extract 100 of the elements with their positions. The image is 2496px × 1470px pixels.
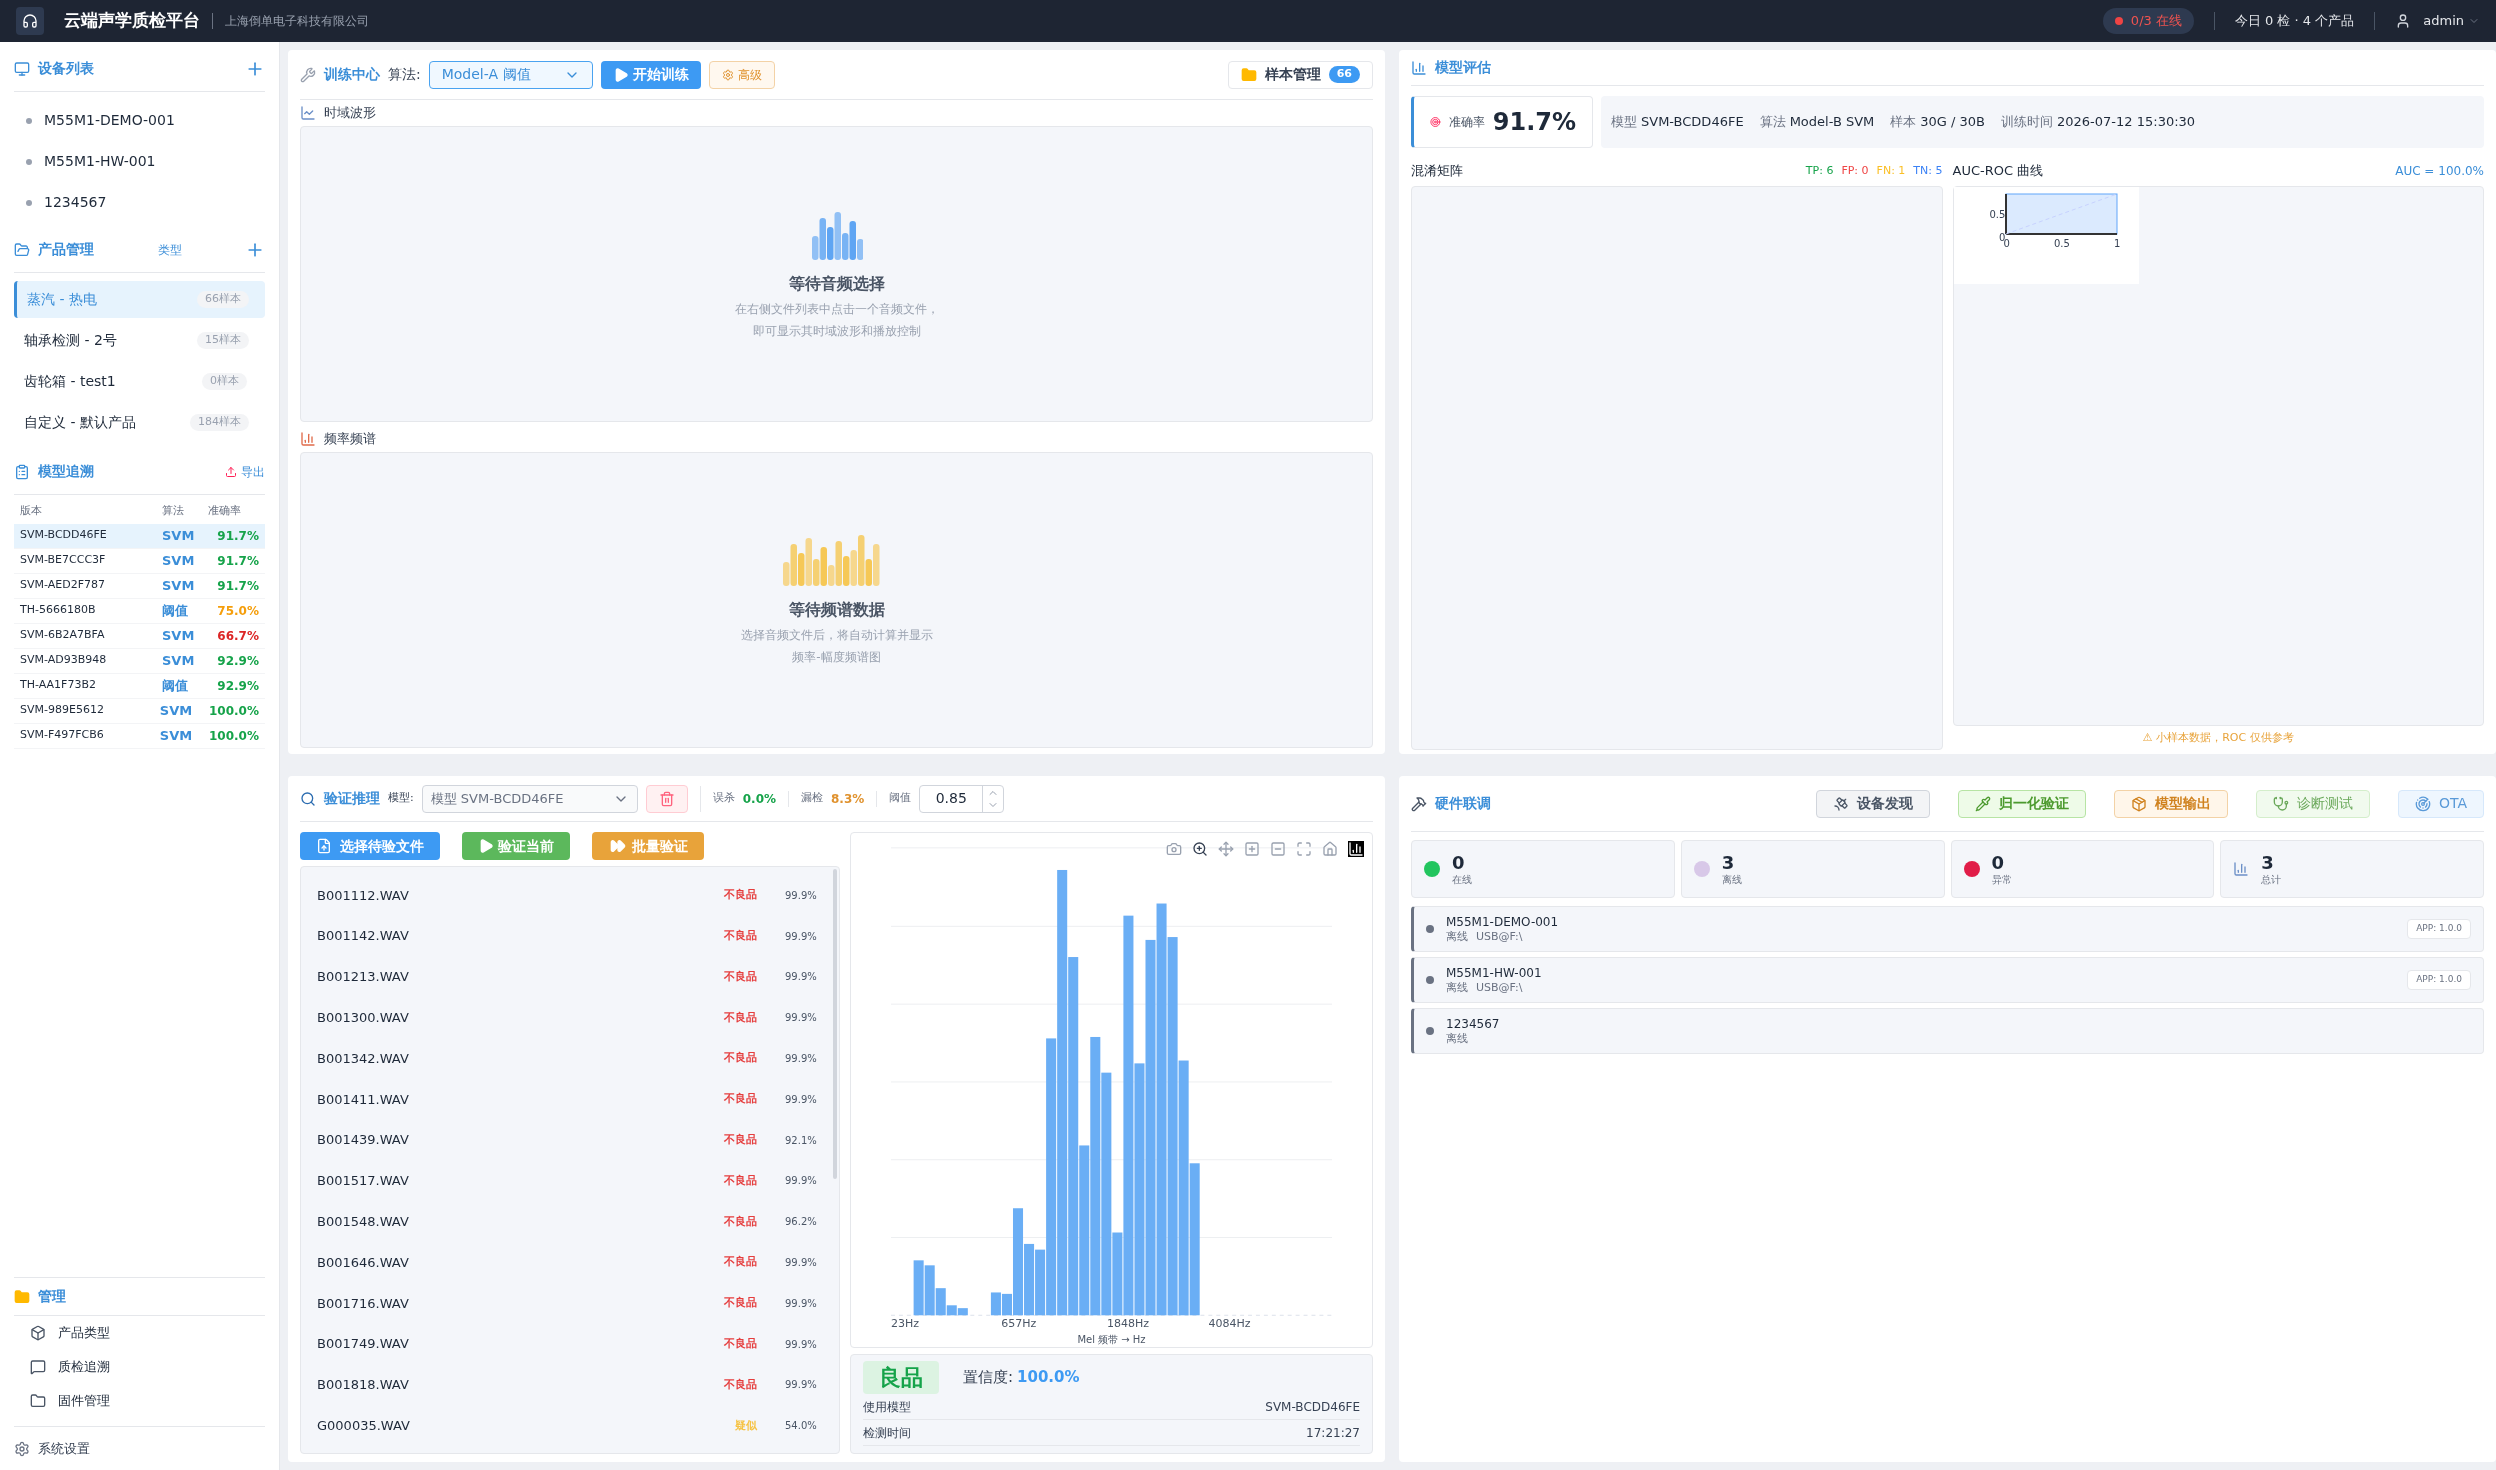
section-label: 时域波形 (324, 104, 376, 123)
pipette-icon (1974, 795, 1991, 812)
stat-value: 0 (1452, 851, 1466, 874)
file-row[interactable]: B001548.WAV 不良品 96.2% (301, 1201, 839, 1243)
panel-title: 模型评估 (1435, 58, 1491, 77)
online-count: 0/3 在线 (2130, 12, 2182, 31)
version-cell-text: SVM-BCDD46FE (20, 527, 108, 544)
score: 99.9% (785, 1052, 817, 1067)
pan-icon[interactable] (1218, 841, 1234, 857)
count-label: FP: 0 (1841, 162, 1869, 179)
model-row[interactable]: SVM-BE7CCC3F SVM 91.7% (14, 548, 265, 574)
count-label: TN: 5 (1913, 162, 1943, 179)
algorithm-cell-text: SVM (162, 576, 196, 595)
file-row[interactable]: B001646.WAV 不良品 99.9% (301, 1242, 839, 1283)
delete-button[interactable] (645, 784, 688, 813)
model-row[interactable]: SVM-BCDD46FE SVM 91.7% (14, 523, 265, 549)
zoom-icon[interactable] (1192, 841, 1208, 857)
export-button[interactable]: 导出 (225, 462, 265, 481)
camera-icon[interactable] (1166, 841, 1182, 857)
device-port: USB@F:\ (1476, 980, 1523, 995)
spectrum-bar (990, 1292, 1001, 1316)
product-item[interactable]: 齿轮箱 - test1 0样本 (14, 363, 265, 400)
algorithm-cell-text: SVM (162, 526, 196, 545)
type-link[interactable]: 类型 (158, 240, 182, 259)
info-label: 样本 (1890, 113, 1917, 132)
file-row[interactable]: B001517.WAV 不良品 99.9% (301, 1160, 839, 1202)
file-row[interactable]: B001818.WAV 不良品 99.9% (301, 1364, 839, 1406)
field-label: 算法: (388, 65, 421, 84)
accuracy-cell-text: 91.7% (217, 527, 259, 545)
file-row[interactable]: B001411.WAV 不良品 99.9% (301, 1079, 839, 1120)
gear-icon (721, 68, 734, 81)
file-name: B001749.WAV (317, 1335, 410, 1354)
version-cell-text: SVM-F497FCB6 (20, 727, 105, 744)
threshold-input[interactable]: 0.85 (919, 784, 1005, 813)
result-label: 不良品 (723, 887, 757, 904)
accuracy-cell-text: 75.0% (217, 602, 259, 620)
menu-item[interactable]: 产品类型 (58, 1323, 110, 1343)
score: 99.9% (785, 1296, 817, 1311)
model-row[interactable]: TH-AA1F73B2 阈值 92.9% (14, 673, 265, 699)
file-name: B001300.WAV (317, 1009, 410, 1028)
zoom-in-icon[interactable] (1244, 841, 1260, 857)
panel-title: 硬件联调 (1435, 794, 1491, 813)
model-row[interactable]: SVM-989E5612 SVM 100.0% (14, 698, 265, 724)
product-item[interactable]: 自定义 - 默认产品 184样本 (14, 404, 265, 441)
file-row[interactable]: B001342.WAV 不良品 99.9% (301, 1038, 839, 1079)
algorithm-cell-text: 阈值 (162, 601, 189, 620)
menu-item[interactable]: 质检追溯 (58, 1357, 110, 1377)
file-row[interactable]: B001716.WAV 不良品 99.9% (301, 1282, 839, 1324)
user-menu[interactable]: admin (2423, 11, 2480, 31)
product-name: 自定义 - 默认产品 (24, 413, 137, 432)
device-item[interactable]: M55M1-HW-001 (44, 151, 156, 172)
file-name: B001818.WAV (317, 1376, 410, 1395)
sample-management-button[interactable]: 样本管理 66 (1227, 60, 1373, 89)
device-card[interactable]: M55M1-DEMO-001 离线 USB@F:\ APP: 1.0.0 (1411, 906, 2484, 952)
spectrum-bar (913, 1260, 924, 1316)
file-name: B001517.WAV (317, 1172, 410, 1191)
product-item[interactable]: 轴承检测 - 2号 15样本 (14, 322, 265, 359)
file-row[interactable]: B001112.WAV 不良品 99.9% (301, 875, 839, 916)
home-icon[interactable] (1322, 841, 1338, 857)
file-row[interactable]: B001142.WAV 不良品 99.9% (301, 915, 839, 957)
file-row[interactable]: G000035.WAV 疑似 54.0% (301, 1405, 839, 1447)
clipboard-icon (14, 463, 30, 480)
chart-logo-icon[interactable] (1348, 841, 1364, 857)
device-item[interactable]: 1234567 (44, 192, 107, 213)
column-header: 版本 (20, 503, 43, 519)
zoom-out-icon[interactable] (1270, 841, 1286, 857)
result-badge: 良品 (863, 1361, 939, 1394)
sample-count: 15样本 (197, 332, 249, 349)
menu-item[interactable]: 固件管理 (58, 1391, 110, 1411)
model-select: 模型 SVM-BCDD46FE (421, 784, 638, 813)
file-row[interactable]: B001439.WAV 不良品 92.1% (301, 1119, 839, 1161)
result-label: 不良品 (723, 1172, 757, 1189)
autoscale-icon[interactable] (1296, 841, 1312, 857)
confidence-label: 置信度: (963, 1367, 1014, 1389)
info-value: 30G / 30B (1920, 113, 1986, 132)
sample-count: 66样本 (197, 291, 249, 308)
algorithm-cell-text: SVM (159, 701, 194, 720)
result-label: 不良品 (723, 1295, 757, 1312)
model-row[interactable]: SVM-6B2A7BFA SVM 66.7% (14, 623, 265, 649)
model-row[interactable]: SVM-F497FCB6 SVM 100.0% (14, 723, 265, 749)
settings-link[interactable]: 系统设置 (38, 1438, 90, 1459)
model-row[interactable]: TH-5666180B 阈值 75.0% (14, 598, 265, 624)
tools-icon (1411, 795, 1427, 812)
accuracy-cell-text: 66.7% (217, 627, 259, 645)
device-card[interactable]: 1234567 离线 (1411, 1008, 2484, 1054)
file-row[interactable]: B001749.WAV 不良品 99.9% (301, 1323, 839, 1365)
model-row[interactable]: SVM-AD93B948 SVM 92.9% (14, 648, 265, 674)
file-upload-icon (316, 838, 332, 854)
device-item[interactable]: M55M1-DEMO-001 (44, 110, 175, 131)
detail-label: 检测时间 (863, 1424, 911, 1442)
model-row[interactable]: SVM-AED2F787 SVM 91.7% (14, 573, 265, 599)
file-row[interactable]: B001300.WAV 不良品 99.9% (301, 997, 839, 1039)
file-row[interactable]: B001213.WAV 不良品 99.9% (301, 956, 839, 998)
info-value: SVM-BCDD46FE (1641, 113, 1744, 132)
device-card[interactable]: M55M1-HW-001 离线 USB@F:\ APP: 1.0.0 (1411, 957, 2484, 1003)
algorithm-cell-text: SVM (162, 651, 196, 670)
empty-title: 等待频谱数据 (788, 599, 885, 621)
toolbar-button[interactable]: 设备发现 (1815, 789, 1930, 818)
version-cell-text: SVM-6B2A7BFA (20, 627, 106, 644)
empty-description: 即可显示其时域波形和播放控制 (752, 323, 921, 340)
